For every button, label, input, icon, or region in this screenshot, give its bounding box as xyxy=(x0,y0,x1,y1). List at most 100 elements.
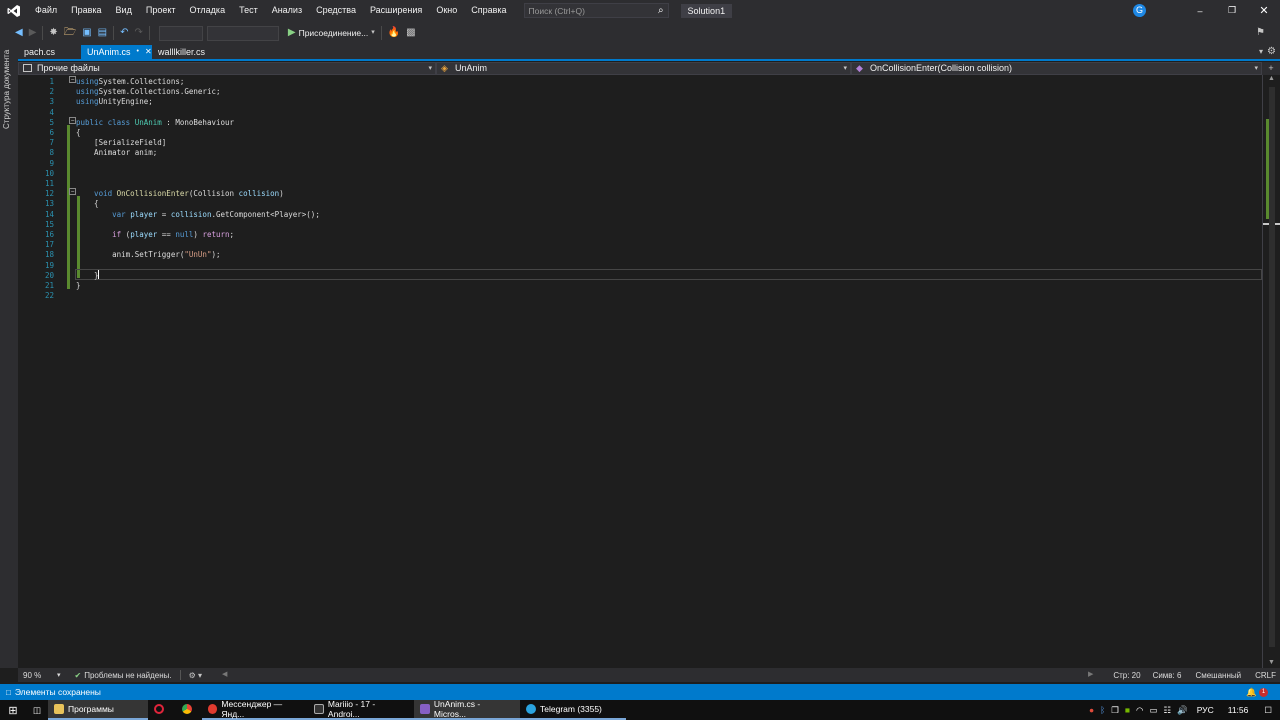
back-icon[interactable]: ◀ xyxy=(12,21,26,45)
collapse-toggle-icon[interactable]: − xyxy=(69,117,76,124)
menu-item[interactable]: Проект xyxy=(139,0,183,21)
problems-status[interactable]: Проблемы не найдены. xyxy=(84,671,171,680)
volume-icon[interactable]: 🔊 xyxy=(1177,705,1188,716)
code-line[interactable]: } xyxy=(76,281,81,291)
tray-icon[interactable]: ❐ xyxy=(1111,705,1119,716)
split-window-icon[interactable]: + xyxy=(1262,62,1280,75)
taskbar-item-opera[interactable] xyxy=(148,700,176,720)
clock[interactable]: 11:56 xyxy=(1228,705,1249,715)
new-item-icon[interactable]: ✸ xyxy=(46,21,60,45)
keyboard-language[interactable]: РУС xyxy=(1197,705,1214,715)
code-line[interactable]: var player = collision.GetComponent<Play… xyxy=(76,210,320,220)
line-number-status[interactable]: Стр: 20 xyxy=(1113,671,1140,680)
tab-unanim[interactable]: UnAnim.cs • ✕ xyxy=(81,45,152,59)
gear-icon[interactable]: ⚙ xyxy=(1267,45,1276,59)
taskbar-item-unity[interactable]: Mariiio - 17 - Androi... xyxy=(308,699,414,720)
code-line[interactable]: { xyxy=(76,128,81,138)
menu-item[interactable]: Файл xyxy=(28,0,64,21)
class-dropdown[interactable]: ◈ UnAnim ▾ xyxy=(436,62,851,75)
code-line[interactable]: } xyxy=(76,271,99,281)
open-file-icon[interactable]: 🗁 xyxy=(61,21,79,45)
member-dropdown[interactable]: ◆ OnCollisionEnter(Collision collision) … xyxy=(851,62,1262,75)
save-all-icon[interactable]: ▤ xyxy=(95,21,110,45)
redo-icon[interactable]: ↷ xyxy=(132,21,146,45)
git-actions-icon[interactable]: ⚙ ▾ xyxy=(189,671,202,680)
menu-item[interactable]: Окно xyxy=(429,0,464,21)
menu-item[interactable]: Средства xyxy=(309,0,363,21)
code-line[interactable]: usingSystem.Collections.Generic; xyxy=(76,87,221,97)
live-share-icon[interactable]: ⚑ xyxy=(1253,21,1268,45)
platform-dropdown[interactable] xyxy=(206,25,279,41)
screenshot-icon[interactable]: ▩ xyxy=(403,21,418,45)
document-outline-tab[interactable]: Структура документа xyxy=(0,45,18,668)
wifi-icon[interactable]: ◠ xyxy=(1136,705,1143,716)
horizontal-scrollbar[interactable]: ◀ ▶ xyxy=(222,670,1093,680)
scroll-down-icon[interactable]: ▼ xyxy=(1263,659,1280,666)
attach-dropdown-icon[interactable]: ▾ xyxy=(368,21,378,45)
tab-pach[interactable]: pach.cs xyxy=(18,45,81,59)
taskbar-item-chrome[interactable] xyxy=(176,700,202,720)
column-status[interactable]: Симв: 6 xyxy=(1153,671,1182,680)
start-icon[interactable]: ▶ xyxy=(285,21,299,45)
notification-bell-icon[interactable]: 🔔 xyxy=(1246,687,1257,698)
menu-item[interactable]: Тест xyxy=(232,0,265,21)
scroll-thumb[interactable] xyxy=(1269,87,1275,647)
close-tab-icon[interactable]: ✕ xyxy=(145,45,152,59)
code-editor[interactable]: − − − 1 usingSystem.Collections; 2 usingSys… xyxy=(32,75,1262,668)
taskbar-item-visual-studio[interactable]: UnAnim.cs - Micros... xyxy=(414,699,520,720)
nvidia-icon[interactable]: ■ xyxy=(1125,705,1130,715)
zoom-level[interactable]: 90 % xyxy=(23,671,57,680)
code-token: UnityEngine; xyxy=(98,97,153,107)
bluetooth-icon[interactable]: ᛒ xyxy=(1100,705,1105,715)
notifications-icon[interactable]: ☐ xyxy=(1264,705,1272,716)
attach-button[interactable]: Присоединение... xyxy=(299,28,369,38)
code-line[interactable]: { xyxy=(76,199,99,209)
taskbar-item-programs[interactable]: Программы xyxy=(48,700,148,720)
menu-item[interactable]: Анализ xyxy=(265,0,309,21)
indent-status[interactable]: Смешанный xyxy=(1195,671,1241,680)
code-line[interactable]: usingUnityEngine; xyxy=(76,97,153,107)
code-line[interactable]: [SerializeField] xyxy=(76,138,166,148)
battery-icon[interactable]: ▭ xyxy=(1149,705,1157,716)
scroll-up-icon[interactable]: ▲ xyxy=(1263,75,1280,82)
collapse-toggle-icon[interactable]: − xyxy=(69,76,76,83)
pin-icon[interactable]: • xyxy=(137,45,139,59)
scroll-right-icon[interactable]: ▶ xyxy=(1088,670,1093,678)
network-icon[interactable]: ☷ xyxy=(1163,705,1171,716)
antivirus-icon[interactable]: ● xyxy=(1089,705,1094,715)
code-line[interactable]: void OnCollisionEnter(Collision collisio… xyxy=(76,189,284,199)
code-line[interactable]: usingSystem.Collections; xyxy=(76,77,184,87)
collapse-toggle-icon[interactable]: − xyxy=(69,188,76,195)
windows-start-icon[interactable]: ⊞ xyxy=(0,704,26,717)
zoom-dropdown-icon[interactable]: ▾ xyxy=(57,671,61,679)
project-dropdown[interactable]: Прочие файлы ▾ xyxy=(18,62,436,75)
maximize-icon[interactable]: ❐ xyxy=(1216,5,1248,16)
undo-icon[interactable]: ↶ xyxy=(117,21,131,45)
tab-list-dropdown-icon[interactable]: ▾ xyxy=(1259,45,1263,59)
config-dropdown[interactable] xyxy=(158,25,203,41)
forward-icon[interactable]: ▶ xyxy=(26,21,40,45)
taskbar-item-telegram[interactable]: Telegram (3355) xyxy=(520,700,626,720)
menu-item[interactable]: Отладка xyxy=(183,0,233,21)
code-line[interactable]: anim.SetTrigger("UnUn"); xyxy=(76,250,220,260)
close-icon[interactable]: ✕ xyxy=(1248,4,1280,17)
taskbar-item-yandex[interactable]: Мессенджер — Янд... xyxy=(202,699,308,720)
hot-reload-icon[interactable]: 🔥 xyxy=(385,21,403,45)
tab-walllkiller[interactable]: walllkiller.cs xyxy=(152,45,222,59)
code-line[interactable]: Animator anim; xyxy=(76,148,157,158)
code-line[interactable]: public class UnAnim : MonoBehaviour xyxy=(76,118,234,128)
vertical-scrollbar[interactable]: ▲ ▼ xyxy=(1262,75,1280,668)
line-number: 2 xyxy=(49,87,54,97)
save-icon[interactable]: ▣ xyxy=(79,21,94,45)
account-avatar[interactable]: G xyxy=(1133,4,1146,17)
menu-item[interactable]: Вид xyxy=(109,0,139,21)
search-box[interactable]: Поиск (Ctrl+Q) ⌕ xyxy=(523,3,669,18)
minimize-icon[interactable]: – xyxy=(1184,6,1216,16)
scroll-left-icon[interactable]: ◀ xyxy=(222,670,227,678)
eol-status[interactable]: CRLF xyxy=(1255,671,1276,680)
task-view-icon[interactable]: ◫ xyxy=(26,705,48,716)
menu-item[interactable]: Расширения xyxy=(363,0,429,21)
menu-item[interactable]: Правка xyxy=(64,0,108,21)
menu-item[interactable]: Справка xyxy=(464,0,513,21)
code-line[interactable]: if (player == null) return; xyxy=(76,230,234,240)
